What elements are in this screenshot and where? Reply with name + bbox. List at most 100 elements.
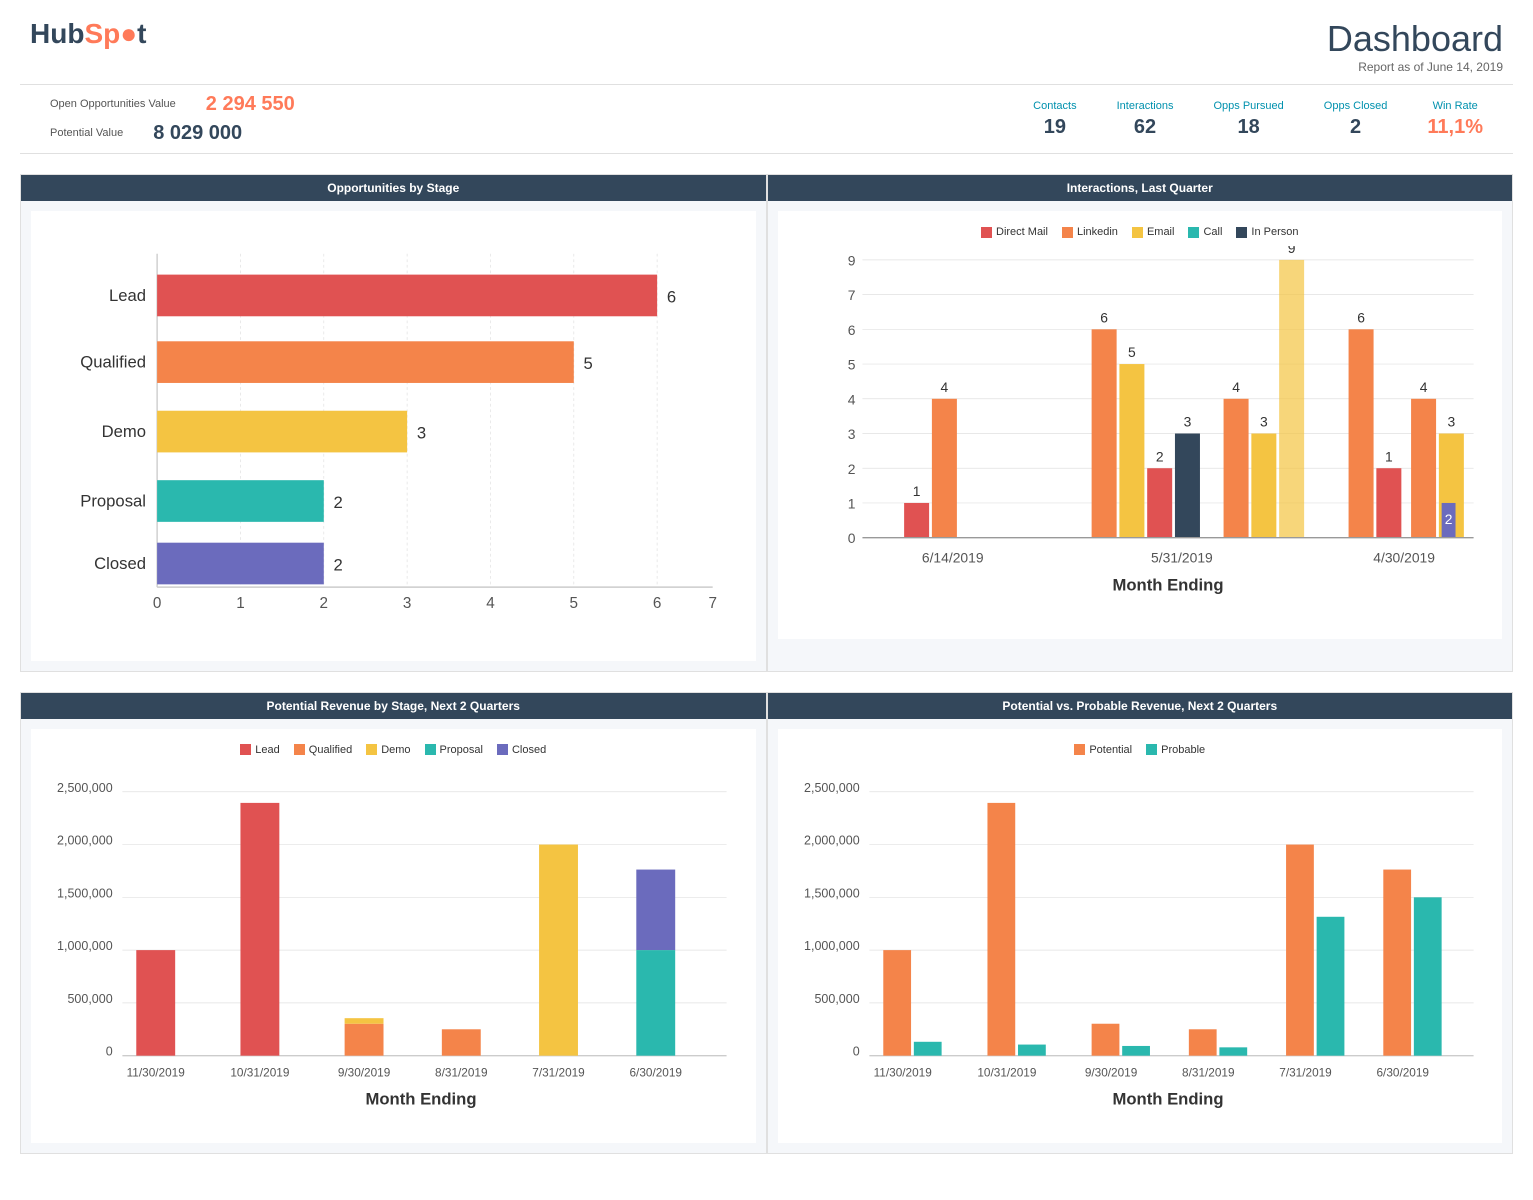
svg-text:7/31/2019: 7/31/2019 <box>532 1065 584 1079</box>
bottom-charts-grid: Potential Revenue by Stage, Next 2 Quart… <box>20 692 1513 1154</box>
svg-text:2,000,000: 2,000,000 <box>804 833 860 847</box>
legend4-potential: Potential <box>1074 744 1132 756</box>
svg-text:1,000,000: 1,000,000 <box>57 939 113 953</box>
svg-text:9: 9 <box>1287 246 1295 256</box>
svg-text:11/30/2019: 11/30/2019 <box>873 1065 931 1079</box>
svg-text:3: 3 <box>847 426 855 442</box>
svg-text:0: 0 <box>106 1044 113 1058</box>
win-rate-label: Win Rate <box>1427 100 1483 112</box>
svg-text:2: 2 <box>334 493 343 512</box>
chart-potential-by-stage: Potential Revenue by Stage, Next 2 Quart… <box>20 692 767 1154</box>
svg-text:2: 2 <box>320 595 329 612</box>
chart-interactions: Interactions, Last Quarter Direct Mail L… <box>767 174 1514 672</box>
win-rate-col: Win Rate 11,1% <box>1427 100 1483 139</box>
logo-dot: Sp <box>84 18 120 49</box>
chart1-svg: 0 1 2 3 4 5 6 7 Lead Qualified Demo Prop… <box>46 226 740 643</box>
top-charts-grid: Opportunities by Stage 0 1 2 3 4 5 6 7 <box>20 174 1513 672</box>
svg-text:500,000: 500,000 <box>67 992 112 1006</box>
opps-closed-label: Opps Closed <box>1324 100 1388 112</box>
legend-dot-email <box>1132 227 1143 238</box>
svg-text:2: 2 <box>847 461 855 477</box>
legend3-dot-qualified <box>294 744 305 755</box>
opps-pursued-value: 18 <box>1213 116 1283 139</box>
legend-linkedin: Linkedin <box>1062 226 1118 238</box>
interactions-label: Interactions <box>1117 100 1174 112</box>
legend-label-call: Call <box>1203 226 1222 238</box>
svg-text:0: 0 <box>847 530 855 546</box>
legend-label-direct-mail: Direct Mail <box>996 226 1048 238</box>
page-title: Dashboard <box>1327 18 1503 60</box>
interactions-col: Interactions 62 <box>1117 100 1174 139</box>
svg-text:5: 5 <box>1128 344 1136 360</box>
svg-text:5: 5 <box>847 357 855 373</box>
legend-email: Email <box>1132 226 1175 238</box>
opps-pursued-col: Opps Pursued 18 <box>1213 100 1283 139</box>
svg-text:6/14/2019: 6/14/2019 <box>921 550 983 566</box>
svg-text:7: 7 <box>847 287 855 303</box>
svg-text:1,000,000: 1,000,000 <box>804 939 860 953</box>
svg-text:3: 3 <box>1259 414 1267 430</box>
metrics-left: Open Opportunities Value 2 294 550 Poten… <box>50 93 1033 145</box>
svg-text:4/30/2019: 4/30/2019 <box>1373 550 1435 566</box>
report-date: Report as of June 14, 2019 <box>1327 60 1503 74</box>
svg-text:9: 9 <box>847 252 855 268</box>
potential-row: Potential Value 8 029 000 <box>50 122 1033 145</box>
svg-text:2: 2 <box>1155 448 1163 464</box>
svg-text:Closed: Closed <box>94 554 146 573</box>
svg-text:1: 1 <box>1384 448 1392 464</box>
open-opps-row: Open Opportunities Value 2 294 550 <box>50 93 1033 116</box>
svg-text:1: 1 <box>912 483 920 499</box>
potential-label: Potential Value <box>50 127 123 139</box>
dashboard-title: Dashboard Report as of June 14, 2019 <box>1327 18 1503 74</box>
svg-text:2: 2 <box>1444 511 1452 527</box>
svg-text:6: 6 <box>667 287 676 306</box>
svg-text:8/31/2019: 8/31/2019 <box>435 1065 487 1079</box>
svg-text:1: 1 <box>236 595 245 612</box>
metrics-right: Contacts 19 Interactions 62 Opps Pursued… <box>1033 100 1483 139</box>
svg-text:2: 2 <box>334 555 343 574</box>
legend4-label-probable: Probable <box>1161 744 1205 756</box>
svg-text:9/30/2019: 9/30/2019 <box>338 1065 390 1079</box>
svg-text:7/31/2019: 7/31/2019 <box>1279 1065 1331 1079</box>
svg-text:4: 4 <box>1419 379 1427 395</box>
svg-text:6: 6 <box>1357 309 1365 325</box>
svg-text:1,500,000: 1,500,000 <box>804 886 860 900</box>
legend-direct-mail: Direct Mail <box>981 226 1048 238</box>
svg-text:6: 6 <box>653 595 662 612</box>
svg-text:Qualified: Qualified <box>80 353 146 372</box>
svg-text:11/30/2019: 11/30/2019 <box>127 1065 185 1079</box>
page-header: HubSp●t Dashboard Report as of June 14, … <box>0 0 1533 84</box>
svg-text:6: 6 <box>1100 309 1108 325</box>
svg-text:7: 7 <box>708 595 717 612</box>
contacts-col: Contacts 19 <box>1033 100 1076 139</box>
legend-dot-call <box>1188 227 1199 238</box>
open-opps-value: 2 294 550 <box>206 93 295 116</box>
interactions-value: 62 <box>1117 116 1174 139</box>
legend-dot-direct-mail <box>981 227 992 238</box>
contacts-value: 19 <box>1033 116 1076 139</box>
svg-text:2,000,000: 2,000,000 <box>57 833 113 847</box>
chart3-title: Potential Revenue by Stage, Next 2 Quart… <box>21 693 766 719</box>
svg-text:1,500,000: 1,500,000 <box>57 886 113 900</box>
legend3-label-proposal: Proposal <box>440 744 483 756</box>
chart1-title: Opportunities by Stage <box>21 175 766 201</box>
legend-call: Call <box>1188 226 1222 238</box>
legend3-label-closed: Closed <box>512 744 546 756</box>
chart2-title: Interactions, Last Quarter <box>768 175 1513 201</box>
legend-dot-in-person <box>1236 227 1247 238</box>
legend3-proposal: Proposal <box>425 744 483 756</box>
legend3-dot-lead <box>240 744 251 755</box>
logo-spot: ● <box>120 18 137 49</box>
svg-text:Month Ending: Month Ending <box>1112 1089 1223 1108</box>
win-rate-value: 11,1% <box>1427 116 1483 139</box>
chart2-legend: Direct Mail Linkedin Email Call In Perso… <box>793 226 1488 238</box>
legend-in-person: In Person <box>1236 226 1298 238</box>
legend-dot-linkedin <box>1062 227 1073 238</box>
svg-text:4: 4 <box>940 379 948 395</box>
chart2-svg: 0 1 2 3 4 5 6 7 9 1 4 6 <box>793 246 1487 621</box>
legend3-dot-proposal <box>425 744 436 755</box>
svg-text:5/31/2019: 5/31/2019 <box>1151 550 1213 566</box>
svg-text:2,500,000: 2,500,000 <box>57 780 113 794</box>
svg-text:8/31/2019: 8/31/2019 <box>1182 1065 1234 1079</box>
svg-text:Demo: Demo <box>102 422 146 441</box>
